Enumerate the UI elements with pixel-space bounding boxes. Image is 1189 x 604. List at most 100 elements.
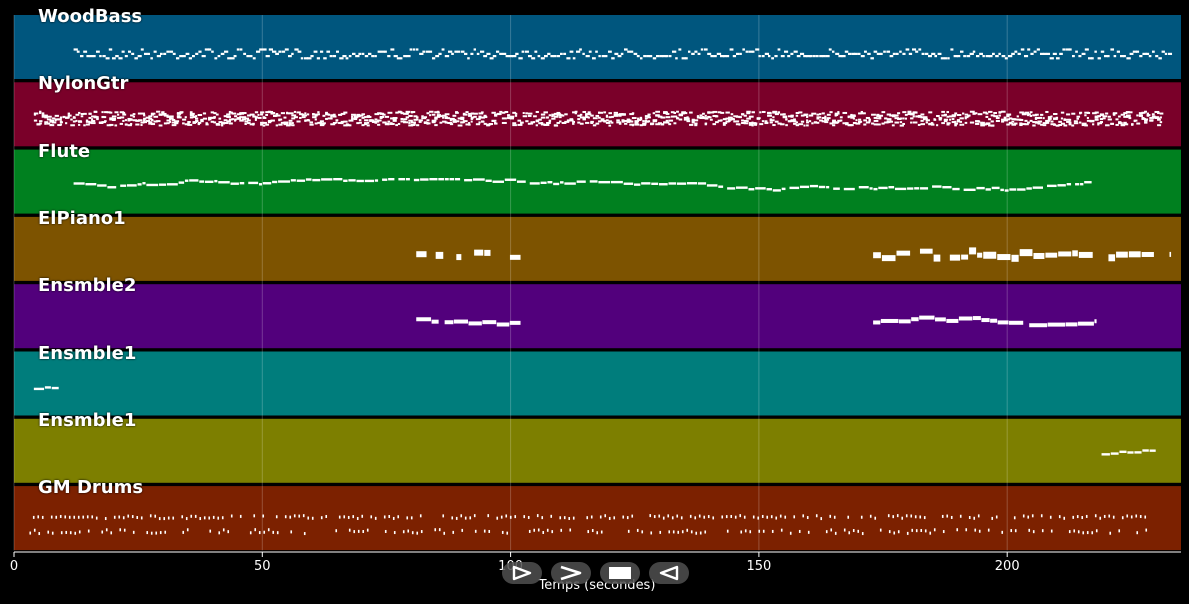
note (275, 515, 278, 519)
note (122, 119, 125, 122)
note (975, 55, 980, 58)
note (700, 48, 704, 51)
note (1027, 121, 1030, 124)
note (1008, 113, 1012, 116)
note (1017, 52, 1021, 55)
note (1144, 121, 1148, 124)
note (234, 118, 237, 121)
note (607, 50, 612, 53)
note (124, 119, 127, 122)
note (351, 119, 354, 122)
note (600, 530, 603, 534)
note (1107, 55, 1110, 58)
note (718, 185, 724, 188)
note (540, 57, 545, 60)
note (208, 516, 211, 520)
note (1146, 114, 1150, 117)
back-button[interactable] (649, 562, 689, 584)
note (979, 52, 983, 55)
note (478, 121, 481, 124)
note (364, 119, 369, 122)
note (796, 55, 801, 58)
note (293, 110, 297, 113)
note (1123, 123, 1129, 126)
note (527, 112, 533, 115)
note (205, 123, 209, 126)
play-button[interactable] (551, 562, 591, 584)
note (647, 116, 651, 119)
note (146, 183, 159, 187)
note (958, 316, 973, 321)
note (863, 123, 867, 126)
note (1149, 449, 1156, 452)
note (434, 117, 438, 120)
rewind-button[interactable] (502, 562, 542, 584)
note (761, 110, 766, 113)
note (431, 319, 439, 324)
note (399, 57, 403, 60)
note (771, 57, 775, 60)
note (860, 112, 864, 115)
note (592, 117, 598, 120)
note (1110, 122, 1114, 125)
note (725, 111, 730, 114)
note (623, 48, 628, 51)
note (665, 55, 669, 58)
note (540, 116, 546, 119)
note (1154, 117, 1158, 120)
note (82, 515, 85, 519)
note (1033, 252, 1045, 259)
note (743, 114, 747, 117)
note (902, 111, 907, 114)
note (93, 110, 98, 113)
note (444, 55, 450, 58)
note (1000, 188, 1004, 192)
note (377, 123, 381, 126)
note (746, 120, 749, 123)
note (707, 515, 710, 519)
note (444, 113, 450, 116)
note (1091, 57, 1094, 60)
note (798, 529, 801, 533)
note (1159, 112, 1164, 115)
note (631, 112, 635, 115)
note (622, 515, 625, 519)
note (332, 55, 337, 58)
note (356, 516, 359, 520)
stop-button[interactable] (600, 562, 640, 584)
track-lane (14, 351, 1181, 416)
note (653, 515, 656, 519)
note (1081, 52, 1086, 55)
note (395, 124, 398, 127)
note (451, 52, 454, 55)
note (403, 55, 407, 58)
note (816, 117, 820, 120)
note (686, 182, 698, 185)
note (281, 50, 286, 53)
note (367, 52, 372, 55)
note (537, 55, 541, 58)
note (1077, 530, 1080, 534)
note (937, 52, 942, 55)
note (1149, 119, 1154, 122)
note (525, 120, 529, 123)
note (641, 530, 644, 534)
note (249, 55, 253, 58)
note (850, 114, 854, 117)
note (416, 116, 419, 119)
note (1011, 120, 1015, 123)
note (881, 255, 896, 262)
note (784, 515, 787, 519)
note (1103, 514, 1106, 518)
note (982, 55, 985, 58)
note (546, 528, 549, 532)
note (132, 113, 136, 116)
note (468, 114, 473, 117)
note (748, 115, 754, 118)
track-lane (14, 418, 1181, 483)
note (769, 121, 773, 124)
note (1039, 52, 1044, 55)
note (65, 530, 68, 534)
note (150, 57, 153, 60)
note (78, 120, 82, 123)
